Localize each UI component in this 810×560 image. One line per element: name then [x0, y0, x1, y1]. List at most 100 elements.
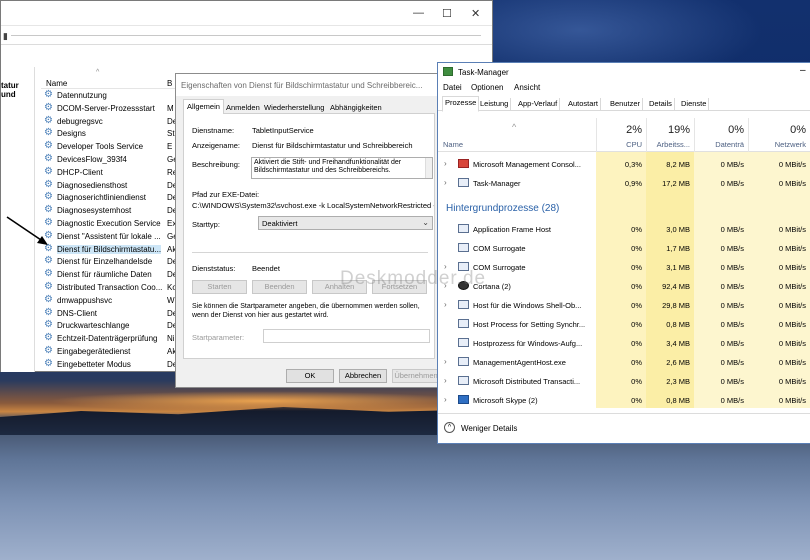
- service-row[interactable]: ⚙ Dienst "Assistent für lokale ... Ge: [41, 230, 181, 243]
- service-row[interactable]: ⚙ DevicesFlow_393f4 Ge: [41, 153, 181, 166]
- service-row[interactable]: ⚙ Designs St: [41, 127, 181, 140]
- process-memory: 0,8 MB: [666, 396, 690, 405]
- process-row[interactable]: › Cortana (2) 0% 92,4 MB 0 MB/s 0 MBit/s: [438, 277, 810, 295]
- tab-prozesse[interactable]: Prozesse: [442, 96, 480, 112]
- service-row[interactable]: ⚙ Dienst für Einzelhandelsde De: [41, 255, 181, 268]
- process-row[interactable]: Hostprozess für Windows-Aufg... 0% 3,4 MB 0…: [438, 334, 810, 352]
- expand-chevron-icon[interactable]: ›: [444, 357, 447, 366]
- ok-button[interactable]: OK: [286, 369, 334, 383]
- process-network: 0 MBit/s: [778, 179, 806, 188]
- collapse-chevron-icon[interactable]: ^: [444, 422, 455, 433]
- tab-allgemein[interactable]: Allgemein: [183, 99, 224, 115]
- column-header-cpu[interactable]: 2% CPU: [596, 118, 646, 152]
- tab-wiederherstellung[interactable]: Wiederherstellung: [261, 101, 327, 114]
- column-header-name[interactable]: Name: [443, 140, 463, 149]
- tab-autostart[interactable]: Autostart: [566, 98, 602, 111]
- description-scrollbar[interactable]: [425, 158, 432, 178]
- expand-chevron-icon[interactable]: ›: [444, 300, 447, 309]
- service-description-fragment: M: [167, 103, 174, 113]
- process-row[interactable]: Application Frame Host 0% 3,0 MB 0 MB/s 0 MB…: [438, 220, 810, 238]
- stop-button[interactable]: Beenden: [252, 280, 307, 294]
- process-row[interactable]: › Task-Manager 0,9% 17,2 MB 0 MB/s 0 MBit/s: [438, 174, 810, 192]
- process-name: Host Process for Setting Synchr...: [473, 320, 586, 329]
- process-row[interactable]: › Microsoft Distributed Transacti... 0% 2,3…: [438, 372, 810, 390]
- exe-path-value: C:\WINDOWS\System32\svchost.exe -k Local…: [192, 201, 434, 210]
- exe-path-label: Pfad zur EXE-Datei:: [192, 190, 260, 199]
- service-properties-dialog: Eigenschaften von Dienst für Bildschirmt…: [175, 73, 441, 388]
- service-row[interactable]: ⚙ Eingebetteter Modus De: [41, 358, 181, 371]
- service-name: Designs: [57, 129, 86, 139]
- minimize-icon[interactable]: —: [413, 7, 424, 19]
- column-header-name[interactable]: Name: [46, 79, 67, 88]
- close-icon[interactable]: ✕: [471, 7, 480, 20]
- service-row[interactable]: ⚙ Diagnosediensthost De: [41, 179, 181, 192]
- menu-datei[interactable]: Datei: [443, 83, 462, 92]
- process-row[interactable]: › Microsoft Skype (2) 0% 0,8 MB 0 MB/s 0 MBit…: [438, 391, 810, 409]
- start-params-input[interactable]: [263, 329, 430, 343]
- service-row[interactable]: ⚙ Datennutzung: [41, 89, 181, 102]
- service-row[interactable]: ⚙ Dienst für räumliche Daten De: [41, 268, 181, 281]
- service-gear-icon: ⚙: [44, 114, 53, 126]
- menu-optionen[interactable]: Optionen: [471, 83, 503, 92]
- tab-anmelden[interactable]: Anmelden: [223, 101, 263, 114]
- service-row[interactable]: ⚙ DHCP-Client Re: [41, 166, 181, 179]
- service-name: Developer Tools Service: [57, 142, 144, 152]
- maximize-icon[interactable]: ☐: [442, 7, 452, 20]
- network-total: 0%: [790, 124, 806, 136]
- service-gear-icon: ⚙: [44, 165, 53, 177]
- tab-app-verlauf[interactable]: App-Verlauf: [516, 98, 561, 111]
- process-network: 0 MBit/s: [778, 339, 806, 348]
- tab-benutzer[interactable]: Benutzer: [608, 98, 644, 111]
- apply-button[interactable]: Übernehmen: [392, 369, 440, 383]
- service-name: Eingabegerätedienst: [57, 346, 131, 356]
- service-row[interactable]: ⚙ Developer Tools Service E: [41, 140, 181, 153]
- expand-chevron-icon[interactable]: ›: [444, 159, 447, 168]
- service-row[interactable]: ⚙ DCOM-Server-Prozessstart M: [41, 102, 181, 115]
- toolbar-bars-icon[interactable]: ▮: [3, 31, 8, 42]
- column-header-description[interactable]: B: [167, 79, 172, 88]
- process-row[interactable]: Host Process for Setting Synchr... 0% 0,8 …: [438, 315, 810, 333]
- service-row[interactable]: ⚙ DNS-Client De: [41, 307, 181, 320]
- cancel-button[interactable]: Abbrechen: [339, 369, 387, 383]
- service-name: DCOM-Server-Prozessstart: [57, 103, 155, 113]
- service-row[interactable]: ⚙ Diagnosesystemhost De: [41, 204, 181, 217]
- service-row[interactable]: ⚙ Diagnoserichtliniendienst De: [41, 191, 181, 204]
- description-textbox[interactable]: Aktiviert die Stift- und Freihandfunktio…: [251, 157, 433, 179]
- service-row[interactable]: ⚙ Dienst für Bildschirmtastatu... Ak: [41, 243, 181, 256]
- start-button[interactable]: Starten: [192, 280, 247, 294]
- expand-chevron-icon[interactable]: ›: [444, 178, 447, 187]
- starttype-dropdown[interactable]: Deaktiviert ⌄: [258, 216, 433, 230]
- process-network: 0 MBit/s: [778, 320, 806, 329]
- task-manager-tabs: Prozesse Leistung App-Verlauf Autostart …: [438, 95, 810, 112]
- menu-ansicht[interactable]: Ansicht: [514, 83, 540, 92]
- process-row[interactable]: › Microsoft Management Consol... 0,3% 8,2 M…: [438, 155, 810, 173]
- dialog-tabs: Allgemein Anmelden Wiederherstellung Abh…: [183, 99, 435, 115]
- process-row[interactable]: › COM Surrogate 0% 3,1 MB 0 MB/s 0 MBit/s: [438, 258, 810, 276]
- service-row[interactable]: ⚙ Echtzeit-Datenträgerprüfung Ni: [41, 332, 181, 345]
- services-toolbar: ▮: [1, 25, 492, 45]
- service-row[interactable]: ⚙ Eingabegerätedienst Ak: [41, 345, 181, 358]
- tab-abhaengigkeiten[interactable]: Abhängigkeiten: [327, 101, 385, 114]
- service-row[interactable]: ⚙ Druckwarteschlange De: [41, 319, 181, 332]
- process-icon: [458, 395, 469, 404]
- disk-caption: Datenträ: [715, 140, 744, 149]
- tab-leistung[interactable]: Leistung: [478, 98, 512, 111]
- column-header-memory[interactable]: 19% Arbeitss...: [646, 118, 694, 152]
- service-row[interactable]: ⚙ Distributed Transaction Coo... Ko: [41, 281, 181, 294]
- fewer-details-link[interactable]: Weniger Details: [461, 424, 517, 433]
- service-row[interactable]: ⚙ Diagnostic Execution Service Ex: [41, 217, 181, 230]
- process-row[interactable]: › ManagementAgentHost.exe 0% 2,6 MB 0 MB/s 0 …: [438, 353, 810, 371]
- service-row[interactable]: ⚙ debugregsvc De: [41, 115, 181, 128]
- tab-details[interactable]: Details: [647, 98, 675, 111]
- tab-dienste[interactable]: Dienste: [679, 98, 710, 111]
- expand-chevron-icon[interactable]: ›: [444, 376, 447, 385]
- process-row[interactable]: › Host für die Windows Shell-Ob... 0% 29,8 …: [438, 296, 810, 314]
- column-header-network[interactable]: 0% Netzwerk: [748, 118, 810, 152]
- minimize-icon[interactable]: –: [800, 65, 806, 76]
- description-label: Beschreibung:: [192, 160, 240, 169]
- column-header-disk[interactable]: 0% Datenträ: [694, 118, 748, 152]
- process-row[interactable]: COM Surrogate 0% 1,7 MB 0 MB/s 0 MBit/s: [438, 239, 810, 257]
- service-gear-icon: ⚙: [44, 319, 53, 331]
- service-row[interactable]: ⚙ dmwappushsvc W: [41, 294, 181, 307]
- expand-chevron-icon[interactable]: ›: [444, 395, 447, 404]
